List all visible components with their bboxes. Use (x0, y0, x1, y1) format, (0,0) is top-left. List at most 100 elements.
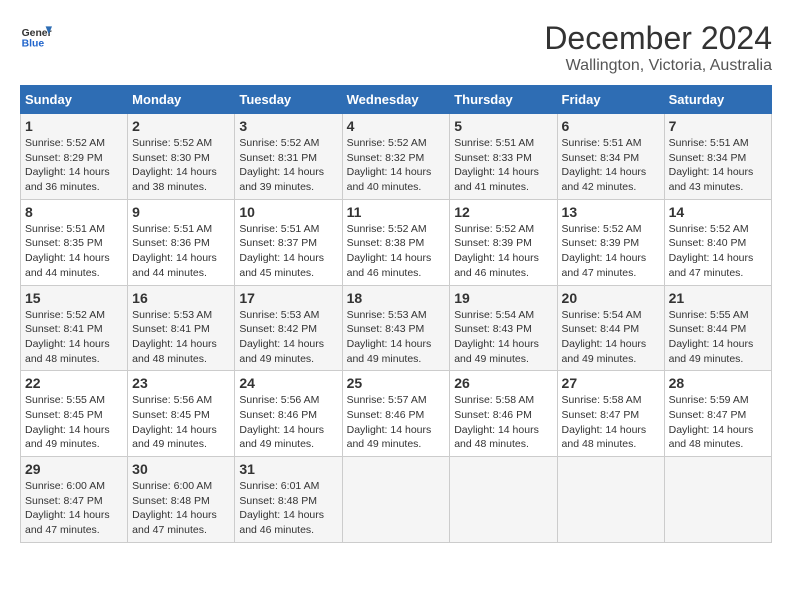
day-info: Sunrise: 5:52 AM Sunset: 8:32 PM Dayligh… (347, 136, 446, 195)
day-info: Sunrise: 5:51 AM Sunset: 8:33 PM Dayligh… (454, 136, 552, 195)
day-info: Sunrise: 5:54 AM Sunset: 8:43 PM Dayligh… (454, 308, 552, 367)
day-info: Sunrise: 5:51 AM Sunset: 8:35 PM Dayligh… (25, 222, 123, 281)
day-number: 17 (239, 290, 337, 306)
day-number: 29 (25, 461, 123, 477)
day-info: Sunrise: 5:52 AM Sunset: 8:38 PM Dayligh… (347, 222, 446, 281)
day-number: 5 (454, 118, 552, 134)
header-tuesday: Tuesday (235, 86, 342, 114)
day-number: 9 (132, 204, 230, 220)
location-subtitle: Wallington, Victoria, Australia (544, 57, 772, 75)
day-info: Sunrise: 5:51 AM Sunset: 8:37 PM Dayligh… (239, 222, 337, 281)
day-info: Sunrise: 5:52 AM Sunset: 8:29 PM Dayligh… (25, 136, 123, 195)
day-info: Sunrise: 6:00 AM Sunset: 8:48 PM Dayligh… (132, 479, 230, 538)
header-saturday: Saturday (664, 86, 771, 114)
header-wednesday: Wednesday (342, 86, 450, 114)
calendar-cell: 1 Sunrise: 5:52 AM Sunset: 8:29 PM Daylig… (21, 114, 128, 200)
calendar-cell: 11Sunrise: 5:52 AM Sunset: 8:38 PM Dayli… (342, 199, 450, 285)
calendar-cell: 8 Sunrise: 5:51 AM Sunset: 8:35 PM Daylig… (21, 199, 128, 285)
day-info: Sunrise: 5:53 AM Sunset: 8:42 PM Dayligh… (239, 308, 337, 367)
calendar-cell: 15 Sunrise: 5:52 AM Sunset: 8:41 PM Dayli… (21, 285, 128, 371)
day-info: Sunrise: 5:59 AM Sunset: 8:47 PM Dayligh… (669, 393, 767, 452)
calendar-cell: 2Sunrise: 5:52 AM Sunset: 8:30 PM Daylig… (128, 114, 235, 200)
calendar-cell: 22Sunrise: 5:55 AM Sunset: 8:45 PM Dayli… (21, 371, 128, 457)
calendar-cell: 17 Sunrise: 5:53 AM Sunset: 8:42 PM Dayli… (235, 285, 342, 371)
calendar-cell: 18Sunrise: 5:53 AM Sunset: 8:43 PM Dayli… (342, 285, 450, 371)
calendar-cell: 9 Sunrise: 5:51 AM Sunset: 8:36 PM Daylig… (128, 199, 235, 285)
day-number: 27 (562, 375, 660, 391)
calendar-cell: 14Sunrise: 5:52 AM Sunset: 8:40 PM Dayli… (664, 199, 771, 285)
day-info: Sunrise: 5:52 AM Sunset: 8:40 PM Dayligh… (669, 222, 767, 281)
calendar-cell: 6 Sunrise: 5:51 AM Sunset: 8:34 PM Daylig… (557, 114, 664, 200)
header-friday: Friday (557, 86, 664, 114)
day-number: 23 (132, 375, 230, 391)
day-info: Sunrise: 5:52 AM Sunset: 8:39 PM Dayligh… (454, 222, 552, 281)
calendar-week-row: 1 Sunrise: 5:52 AM Sunset: 8:29 PM Daylig… (21, 114, 772, 200)
day-info: Sunrise: 5:51 AM Sunset: 8:36 PM Dayligh… (132, 222, 230, 281)
day-info: Sunrise: 5:55 AM Sunset: 8:45 PM Dayligh… (25, 393, 123, 452)
day-number: 1 (25, 118, 123, 134)
month-title: December 2024 (544, 20, 772, 57)
day-number: 25 (347, 375, 446, 391)
day-info: Sunrise: 5:53 AM Sunset: 8:43 PM Dayligh… (347, 308, 446, 367)
calendar-cell: 16 Sunrise: 5:53 AM Sunset: 8:41 PM Dayli… (128, 285, 235, 371)
calendar-cell: 31 Sunrise: 6:01 AM Sunset: 8:48 PM Dayli… (235, 457, 342, 543)
calendar-cell: 28 Sunrise: 5:59 AM Sunset: 8:47 PM Dayli… (664, 371, 771, 457)
calendar-cell: 10Sunrise: 5:51 AM Sunset: 8:37 PM Dayli… (235, 199, 342, 285)
day-info: Sunrise: 5:52 AM Sunset: 8:31 PM Dayligh… (239, 136, 337, 195)
day-info: Sunrise: 5:52 AM Sunset: 8:41 PM Dayligh… (25, 308, 123, 367)
day-info: Sunrise: 5:53 AM Sunset: 8:41 PM Dayligh… (132, 308, 230, 367)
calendar-cell: 3 Sunrise: 5:52 AM Sunset: 8:31 PM Daylig… (235, 114, 342, 200)
day-info: Sunrise: 5:58 AM Sunset: 8:46 PM Dayligh… (454, 393, 552, 452)
weekday-header-row: Sunday Monday Tuesday Wednesday Thursday… (21, 86, 772, 114)
day-number: 16 (132, 290, 230, 306)
calendar-cell: 4 Sunrise: 5:52 AM Sunset: 8:32 PM Daylig… (342, 114, 450, 200)
calendar-cell: 25Sunrise: 5:57 AM Sunset: 8:46 PM Dayli… (342, 371, 450, 457)
day-info: Sunrise: 5:51 AM Sunset: 8:34 PM Dayligh… (562, 136, 660, 195)
day-number: 6 (562, 118, 660, 134)
calendar-cell: 5 Sunrise: 5:51 AM Sunset: 8:33 PM Daylig… (450, 114, 557, 200)
calendar-cell (557, 457, 664, 543)
svg-text:Blue: Blue (22, 38, 45, 49)
calendar-week-row: 22Sunrise: 5:55 AM Sunset: 8:45 PM Dayli… (21, 371, 772, 457)
day-number: 28 (669, 375, 767, 391)
day-number: 24 (239, 375, 337, 391)
day-info: Sunrise: 5:52 AM Sunset: 8:39 PM Dayligh… (562, 222, 660, 281)
day-number: 20 (562, 290, 660, 306)
calendar-cell: 26 Sunrise: 5:58 AM Sunset: 8:46 PM Dayli… (450, 371, 557, 457)
logo-icon: General Blue (20, 20, 52, 52)
day-number: 8 (25, 204, 123, 220)
day-info: Sunrise: 5:56 AM Sunset: 8:46 PM Dayligh… (239, 393, 337, 452)
calendar-cell: 7Sunrise: 5:51 AM Sunset: 8:34 PM Daylig… (664, 114, 771, 200)
day-number: 15 (25, 290, 123, 306)
calendar-cell: 23 Sunrise: 5:56 AM Sunset: 8:45 PM Dayli… (128, 371, 235, 457)
day-info: Sunrise: 5:54 AM Sunset: 8:44 PM Dayligh… (562, 308, 660, 367)
calendar-cell: 12 Sunrise: 5:52 AM Sunset: 8:39 PM Dayli… (450, 199, 557, 285)
day-number: 21 (669, 290, 767, 306)
page-header: General Blue December 2024 Wallington, V… (20, 20, 772, 75)
day-info: Sunrise: 5:55 AM Sunset: 8:44 PM Dayligh… (669, 308, 767, 367)
day-number: 3 (239, 118, 337, 134)
day-info: Sunrise: 5:51 AM Sunset: 8:34 PM Dayligh… (669, 136, 767, 195)
calendar-cell (450, 457, 557, 543)
day-number: 12 (454, 204, 552, 220)
calendar-cell (342, 457, 450, 543)
day-number: 13 (562, 204, 660, 220)
calendar-cell: 24 Sunrise: 5:56 AM Sunset: 8:46 PM Dayli… (235, 371, 342, 457)
day-number: 2 (132, 118, 230, 134)
title-block: December 2024 Wallington, Victoria, Aust… (544, 20, 772, 75)
day-info: Sunrise: 5:58 AM Sunset: 8:47 PM Dayligh… (562, 393, 660, 452)
calendar-cell: 30Sunrise: 6:00 AM Sunset: 8:48 PM Dayli… (128, 457, 235, 543)
calendar-week-row: 29Sunrise: 6:00 AM Sunset: 8:47 PM Dayli… (21, 457, 772, 543)
header-monday: Monday (128, 86, 235, 114)
calendar-cell: 29Sunrise: 6:00 AM Sunset: 8:47 PM Dayli… (21, 457, 128, 543)
calendar-cell: 27 Sunrise: 5:58 AM Sunset: 8:47 PM Dayli… (557, 371, 664, 457)
calendar-cell: 20 Sunrise: 5:54 AM Sunset: 8:44 PM Dayli… (557, 285, 664, 371)
calendar-week-row: 15 Sunrise: 5:52 AM Sunset: 8:41 PM Dayli… (21, 285, 772, 371)
header-sunday: Sunday (21, 86, 128, 114)
day-number: 26 (454, 375, 552, 391)
calendar-cell: 19Sunrise: 5:54 AM Sunset: 8:43 PM Dayli… (450, 285, 557, 371)
day-info: Sunrise: 5:56 AM Sunset: 8:45 PM Dayligh… (132, 393, 230, 452)
day-number: 4 (347, 118, 446, 134)
day-number: 31 (239, 461, 337, 477)
day-info: Sunrise: 6:01 AM Sunset: 8:48 PM Dayligh… (239, 479, 337, 538)
